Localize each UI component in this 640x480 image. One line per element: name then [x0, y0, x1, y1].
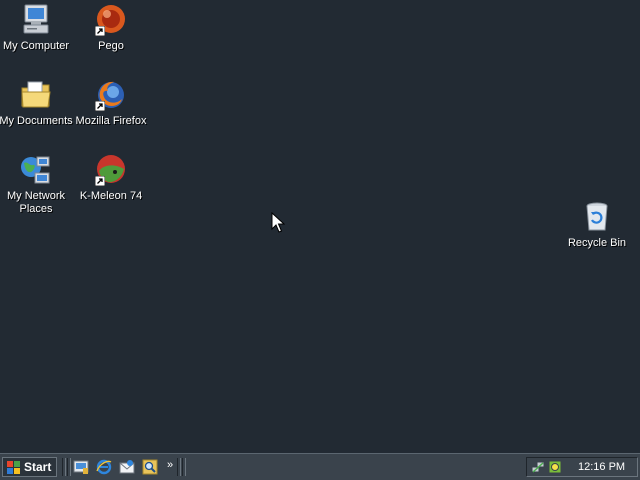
clock[interactable]: 12:16 PM	[578, 458, 625, 476]
windows-logo-icon	[7, 461, 20, 474]
internet-explorer-icon[interactable]	[96, 459, 112, 475]
desktop-icon-recycle-bin[interactable]: Recycle Bin	[559, 200, 635, 250]
desktop-icon-my-documents[interactable]: My Documents	[0, 78, 74, 128]
my-computer-icon	[19, 3, 53, 37]
shortcut-arrow-icon	[95, 26, 105, 36]
desktop-icon-label: Recycle Bin	[567, 237, 627, 249]
start-button[interactable]: Start	[2, 457, 57, 477]
taskbar-separator	[62, 458, 66, 476]
desktop-icon-my-network-places[interactable]: My Network Places	[0, 153, 74, 216]
firefox-icon	[94, 78, 128, 112]
desktop-icon-pego[interactable]: Pego	[73, 3, 149, 53]
taskbar-separator	[67, 458, 71, 476]
network-places-icon	[19, 153, 53, 187]
recycle-bin-icon	[580, 200, 614, 234]
taskbar-separator	[182, 458, 186, 476]
network-icon[interactable]	[531, 460, 545, 474]
desktop-icon-label: Pego	[98, 40, 124, 52]
taskbar-separator	[177, 458, 181, 476]
desktop-icon-my-computer[interactable]: My Computer	[0, 3, 74, 53]
kmeleon-icon	[94, 153, 128, 187]
desktop-icon-k-meleon[interactable]: K-Meleon 74	[73, 153, 149, 203]
taskbar: Start » 12:16 PM	[0, 453, 640, 480]
start-label: Start	[24, 460, 52, 474]
folder-documents-icon	[19, 78, 53, 112]
desktop[interactable]: My Computer Pego My Documents Mozilla Fi…	[0, 0, 640, 453]
desktop-icon-label: Mozilla Firefox	[75, 115, 147, 127]
search-icon[interactable]	[142, 459, 158, 475]
quicklaunch-more-chevron[interactable]: »	[167, 459, 173, 471]
mouse-pointer-icon	[271, 212, 285, 233]
desktop-icon-label: My Computer	[2, 40, 70, 52]
show-desktop-icon[interactable]	[73, 459, 89, 475]
shortcut-arrow-icon	[95, 101, 105, 111]
security-icon[interactable]	[548, 460, 562, 474]
shortcut-arrow-icon	[95, 176, 105, 186]
outlook-express-icon[interactable]	[119, 459, 135, 475]
desktop-icon-label: K-Meleon 74	[79, 190, 143, 202]
desktop-icon-label: My Network Places	[6, 190, 66, 215]
pego-icon	[94, 3, 128, 37]
desktop-icon-mozilla-firefox[interactable]: Mozilla Firefox	[73, 78, 149, 128]
desktop-icon-label: My Documents	[0, 115, 73, 127]
system-tray: 12:16 PM	[526, 457, 638, 477]
